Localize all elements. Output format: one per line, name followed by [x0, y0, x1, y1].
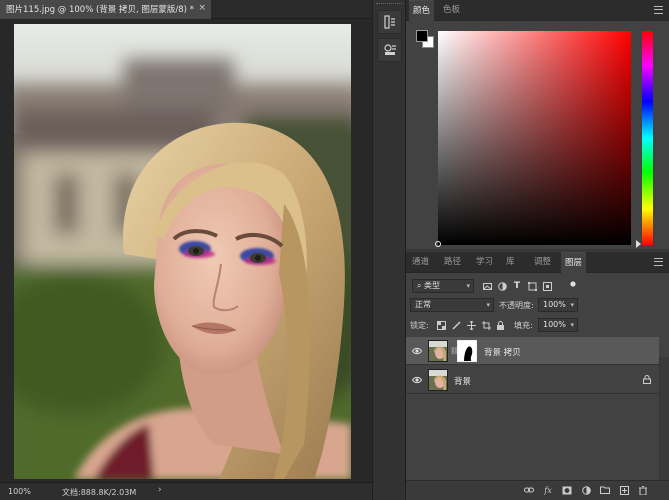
document-info: 文档:888.8K/2.03M: [62, 488, 137, 497]
chevron-down-icon: ▾: [486, 301, 490, 309]
foreground-color-swatch[interactable]: [416, 30, 428, 42]
close-icon[interactable]: ×: [198, 3, 206, 13]
properties-icon: [383, 44, 396, 55]
filter-adjustment-layer-icon[interactable]: [497, 281, 507, 291]
filter-smart-object-icon[interactable]: [542, 281, 552, 291]
layer-name[interactable]: 背景 拷贝: [484, 346, 521, 358]
layer-style-fx-button[interactable]: fx: [543, 486, 553, 496]
new-group-icon[interactable]: [600, 486, 610, 496]
filter-search-icon: ⌕: [417, 281, 425, 290]
zoom-level[interactable]: 100%: [8, 487, 31, 496]
fill-input[interactable]: 100% ▾: [538, 318, 578, 332]
layer-row-background[interactable]: 背景: [406, 366, 659, 394]
lock-image-pixels-icon[interactable]: [451, 320, 461, 330]
layer-thumbnail: [428, 369, 448, 391]
layer-mask-thumbnail[interactable]: [457, 340, 477, 362]
link-layers-icon[interactable]: [524, 486, 534, 496]
add-mask-icon[interactable]: [562, 486, 572, 496]
color-panel: [406, 21, 669, 249]
chevron-down-icon: ▾: [466, 282, 470, 290]
lock-transparent-pixels-icon[interactable]: [436, 320, 446, 330]
status-bar: 100% 文档:888.8K/2.03M ›: [0, 482, 372, 500]
layers-panel-menu-icon[interactable]: [654, 258, 663, 266]
delete-layer-icon[interactable]: [638, 486, 648, 496]
layer-row-background-copy[interactable]: ⛓ 背景 拷贝: [406, 337, 659, 365]
layers-panel-footer: fx: [406, 480, 669, 500]
document-tab-title: 图片115.jpg @ 100% (背景 拷贝, 图层蒙版/8) *: [6, 5, 194, 15]
tab-libraries[interactable]: 库: [502, 252, 519, 273]
blend-mode-value: 正常: [415, 300, 431, 309]
dock-grip[interactable]: [376, 3, 402, 6]
layers-panel: ⌕ 类型 ▾ T 正常 ▾ 不透明度: 100% ▾ 锁定: 填充: 100% …: [406, 273, 669, 500]
properties-panel-button[interactable]: [377, 38, 402, 62]
blend-mode-select[interactable]: 正常 ▾: [410, 298, 494, 312]
layer-thumbnail: [428, 340, 448, 362]
new-adjustment-layer-icon[interactable]: [581, 486, 591, 496]
layers-scrollbar[interactable]: [659, 357, 669, 500]
document-tab[interactable]: 图片115.jpg @ 100% (背景 拷贝, 图层蒙版/8) * ×: [0, 0, 211, 19]
layers-panel-tabs: 通道 路径 学习 库 调整 图层: [406, 252, 669, 273]
eye-icon[interactable]: [412, 346, 422, 356]
collapsed-panel-dock: [372, 0, 406, 500]
tab-learn[interactable]: 学习: [472, 252, 497, 273]
history-panel-button[interactable]: [377, 10, 402, 34]
opacity-value: 100%: [543, 300, 566, 309]
lock-position-icon[interactable]: [466, 320, 476, 330]
tab-layers[interactable]: 图层: [561, 252, 587, 273]
fill-label: 填充:: [514, 321, 533, 330]
filter-shape-layer-icon[interactable]: [527, 281, 537, 291]
opacity-input[interactable]: 100% ▾: [538, 298, 578, 312]
layer-name[interactable]: 背景: [454, 375, 471, 387]
new-layer-icon[interactable]: [619, 486, 629, 496]
color-panel-menu-icon[interactable]: [654, 6, 663, 14]
document-tab-bar: 图片115.jpg @ 100% (背景 拷贝, 图层蒙版/8) * ×: [0, 0, 372, 19]
color-picker-cursor[interactable]: [435, 241, 441, 247]
lock-artboard-icon[interactable]: [481, 320, 491, 330]
tab-paths[interactable]: 路径: [440, 252, 465, 273]
portrait-photo: [14, 24, 351, 479]
fill-value: 100%: [543, 320, 566, 329]
color-picker-field[interactable]: [438, 31, 631, 245]
tab-adjustments[interactable]: 调整: [530, 252, 555, 273]
chevron-down-icon: ▾: [570, 321, 574, 329]
opacity-label: 不透明度:: [499, 301, 534, 310]
filter-pixel-layer-icon[interactable]: [482, 281, 492, 291]
layer-filter-kind-select[interactable]: ⌕ 类型 ▾: [412, 279, 474, 293]
history-icon: [383, 15, 395, 29]
filter-type-layer-icon[interactable]: T: [512, 281, 522, 291]
status-menu-arrow-icon[interactable]: ›: [158, 485, 162, 495]
color-panel-tabs: 颜色 色板: [406, 0, 669, 21]
right-panel-column: 颜色 色板 通道 路径 学习 库 调整 图层 ⌕ 类型 ▾ T 正常 ▾ 不透明…: [406, 0, 669, 500]
document-image[interactable]: [14, 24, 351, 479]
lock-icon: [643, 375, 651, 384]
hue-slider[interactable]: [642, 31, 653, 245]
lock-all-icon[interactable]: [495, 320, 505, 330]
lock-label: 锁定:: [410, 321, 429, 330]
chevron-down-icon: ▾: [570, 301, 574, 309]
eye-icon[interactable]: [412, 375, 422, 385]
tab-color[interactable]: 颜色: [409, 0, 435, 21]
tab-swatches[interactable]: 色板: [439, 0, 464, 21]
tab-channels[interactable]: 通道: [408, 252, 433, 273]
filter-toggle-icon[interactable]: [568, 279, 578, 289]
canvas-area[interactable]: [0, 19, 372, 482]
hue-slider-marker[interactable]: [636, 240, 641, 248]
filter-kind-value: 类型: [424, 281, 441, 290]
